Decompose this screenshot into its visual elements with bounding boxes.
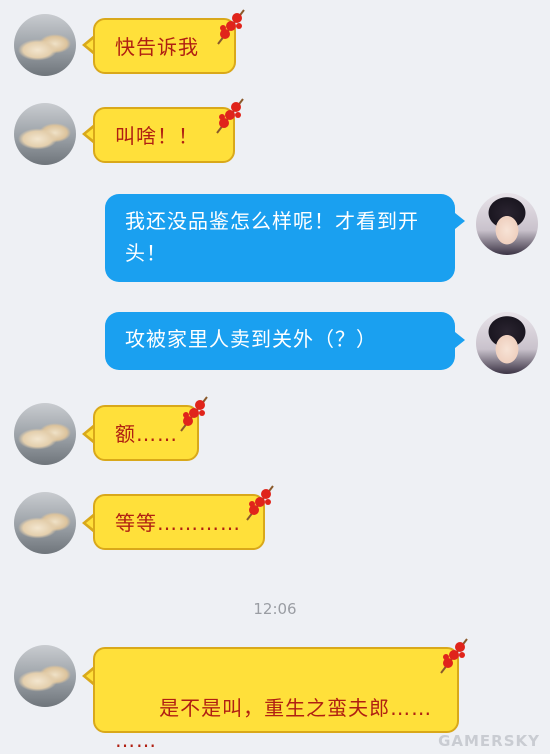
candied-haws-icon: [440, 638, 468, 674]
cat-avatar-icon[interactable]: [14, 403, 76, 465]
chat-window: 快告诉我 叫啥！！ 我还没品鉴怎么样呢！才看到开头！ 攻被家里人卖到关外（？） …: [0, 0, 550, 754]
message-bubble[interactable]: 我还没品鉴怎么样呢！才看到开头！: [105, 194, 455, 282]
message-text: 叫啥！！: [115, 124, 199, 148]
candied-haws-icon: [216, 98, 244, 134]
message-bubble[interactable]: 是不是叫，重生之蛮夫郎…… ……: [93, 647, 459, 752]
message-text: 等等…………: [115, 511, 241, 535]
cat-avatar-icon[interactable]: [14, 645, 76, 707]
message-text: 额……: [115, 422, 178, 446]
candied-haws-icon: [180, 396, 208, 432]
candied-haws-icon: [217, 9, 245, 45]
message-bubble[interactable]: 等等…………: [93, 494, 265, 550]
watermark: GAMERSKY: [438, 732, 540, 750]
cat-avatar-icon[interactable]: [14, 492, 76, 554]
man-avatar-icon[interactable]: [476, 193, 538, 255]
message-text: 我还没品鉴怎么样呢！才看到开头！: [125, 209, 419, 265]
message-timestamp: 12:06: [253, 600, 297, 618]
cat-avatar-icon[interactable]: [14, 14, 76, 76]
bubble-tail: [455, 213, 465, 229]
message-text: 攻被家里人卖到关外（？）: [125, 327, 377, 351]
cat-avatar-icon[interactable]: [14, 103, 76, 165]
message-bubble[interactable]: 攻被家里人卖到关外（？）: [105, 312, 455, 370]
bubble-tail: [455, 332, 465, 348]
candied-haws-icon: [246, 485, 274, 521]
man-avatar-icon[interactable]: [476, 312, 538, 374]
message-text: 快告诉我: [115, 35, 199, 59]
message-text: 是不是叫，重生之蛮夫郎…… ……: [115, 696, 433, 752]
